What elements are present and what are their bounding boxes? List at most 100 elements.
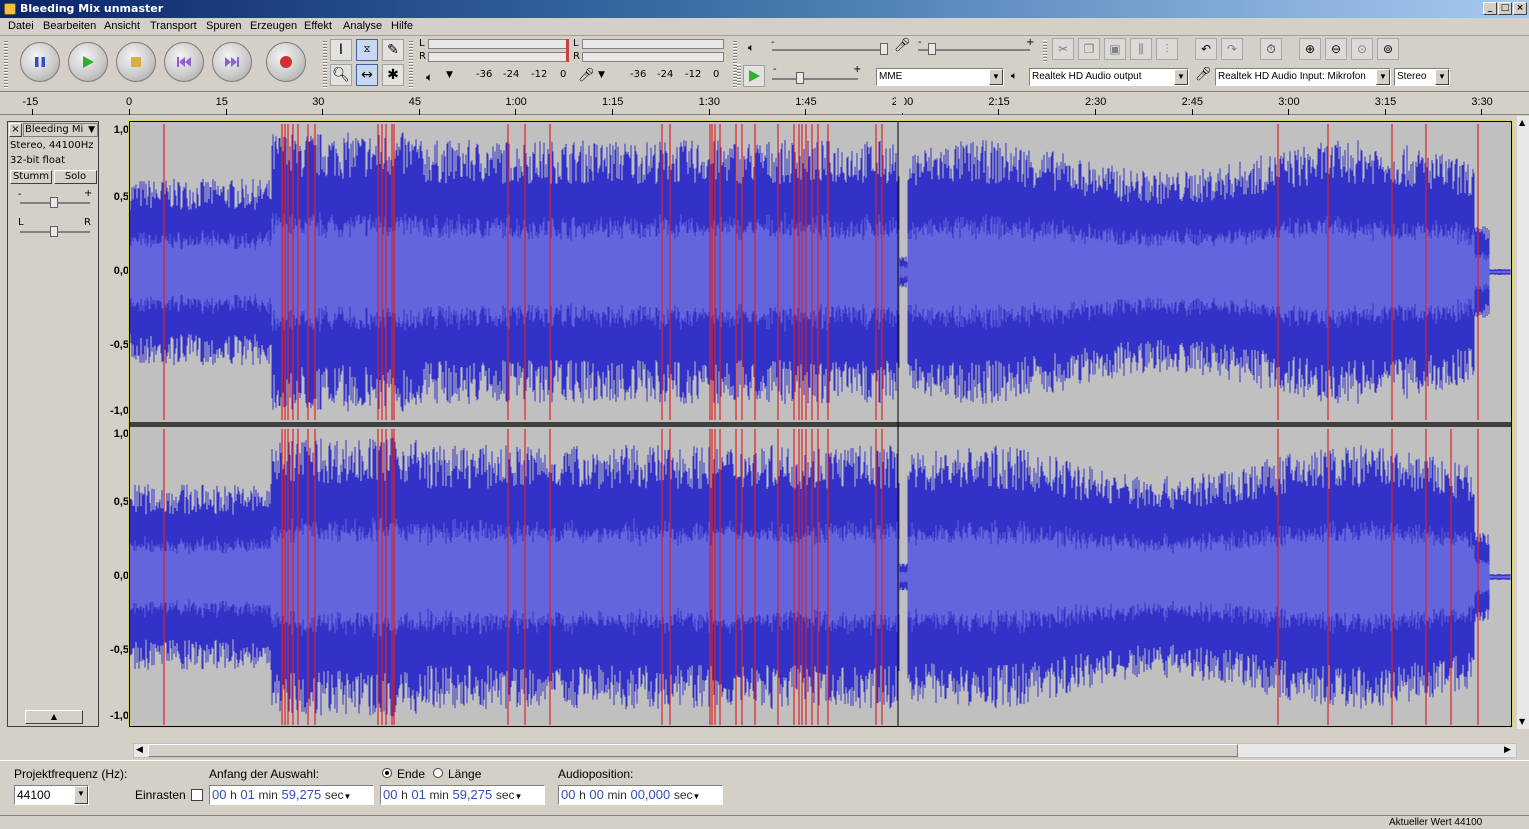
selection-start-time[interactable]: 00 h 01 min 59,275 sec▼ <box>209 785 374 805</box>
chevron-down-icon[interactable]: ▼ <box>598 70 605 80</box>
zoom-in-button[interactable]: ⊕ <box>1299 38 1321 60</box>
silence-button[interactable]: ⫶ <box>1156 38 1178 60</box>
menu-hilfe[interactable]: Hilfe <box>391 20 413 32</box>
record-icon <box>280 56 292 68</box>
ruler-tick-mark <box>1481 109 1483 115</box>
rec-meter-right[interactable] <box>582 52 724 62</box>
trim-button[interactable]: ⫼ <box>1130 38 1152 60</box>
minimize-button[interactable]: _ <box>1483 2 1497 15</box>
project-rate-select[interactable]: 44100 ▼ <box>14 785 89 805</box>
redo-button[interactable]: ↷ <box>1221 38 1243 60</box>
play-button[interactable] <box>68 42 108 82</box>
chevron-down-icon[interactable]: ▼ <box>1435 69 1449 85</box>
play-meter-right[interactable] <box>428 52 568 62</box>
chevron-down-icon[interactable]: ▼ <box>989 69 1003 85</box>
fit-selection-button[interactable]: ⊙ <box>1351 38 1373 60</box>
toolbar-grip[interactable] <box>737 64 741 86</box>
paste-button[interactable]: ▣ <box>1104 38 1126 60</box>
horizontal-scrollbar[interactable]: ◀ ▶ <box>133 743 1517 758</box>
stop-button[interactable] <box>116 42 156 82</box>
zoom-out-button[interactable]: ⊖ <box>1325 38 1347 60</box>
slider-thumb[interactable] <box>796 72 804 84</box>
track-name-menu[interactable]: Bleeding Mi ▼ <box>23 123 98 137</box>
menu-erzeugen[interactable]: Erzeugen <box>250 20 297 32</box>
chevron-down-icon[interactable]: ▼ <box>515 792 523 801</box>
menu-effekt[interactable]: Effekt <box>304 20 332 32</box>
waveform-display[interactable] <box>128 120 1513 728</box>
scroll-left-icon[interactable]: ◀ <box>136 745 143 755</box>
chevron-down-icon[interactable]: ▼ <box>1174 69 1188 85</box>
close-button[interactable]: × <box>1513 2 1527 15</box>
audio-position-time[interactable]: 00 h 00 min 00,000 sec▼ <box>558 785 723 805</box>
solo-button[interactable]: Solo <box>54 170 97 184</box>
vertical-scrollbar[interactable]: ▲ ▼ <box>1517 116 1529 729</box>
menu-ansicht[interactable]: Ansicht <box>104 20 140 32</box>
menu-transport[interactable]: Transport <box>150 20 197 32</box>
selection-end-time[interactable]: 00 h 01 min 59,275 sec▼ <box>380 785 545 805</box>
ruler-tick-label: 15 <box>215 96 228 108</box>
playhead-marker[interactable] <box>896 97 904 113</box>
chevron-down-icon[interactable]: ▼ <box>446 70 453 80</box>
menu-bearbeiten[interactable]: Bearbeiten <box>43 20 96 32</box>
chevron-down-icon[interactable]: ▼ <box>74 786 88 804</box>
channels-select[interactable]: Stereo ▼ <box>1394 68 1450 86</box>
toolbar-grip[interactable] <box>409 40 413 88</box>
fit-project-button[interactable]: ⊚ <box>1377 38 1399 60</box>
microphone-icon[interactable]: 🎤︎ <box>578 68 595 83</box>
pause-button[interactable] <box>20 42 60 82</box>
speaker-icon[interactable]: 🔈︎ <box>426 70 433 85</box>
output-device-select[interactable]: Realtek HD Audio output ▼ <box>1029 68 1189 86</box>
sync-lock-button[interactable]: ⏱ <box>1260 38 1282 60</box>
multi-tool[interactable]: ✱ <box>382 64 404 86</box>
meter-scale-tick: 0 <box>713 69 720 80</box>
scroll-right-icon[interactable]: ▶ <box>1504 745 1511 755</box>
toolbar-grip[interactable] <box>323 40 327 88</box>
scroll-up-icon[interactable]: ▲ <box>1519 118 1525 127</box>
menu-spuren[interactable]: Spuren <box>206 20 241 32</box>
track-close-button[interactable]: × <box>9 123 22 137</box>
restore-button[interactable]: □ <box>1498 2 1512 15</box>
draw-tool[interactable]: ✎ <box>382 39 404 61</box>
chevron-down-icon[interactable]: ▼ <box>344 792 352 801</box>
snap-checkbox[interactable] <box>191 789 203 801</box>
copy-button[interactable]: ❐ <box>1078 38 1100 60</box>
mute-button[interactable]: Stumm <box>10 170 52 184</box>
chevron-down-icon[interactable]: ▼ <box>693 792 701 801</box>
end-radio[interactable] <box>382 768 392 778</box>
slider-thumb[interactable] <box>50 226 58 237</box>
zoom-in-icon: ⊕ <box>1304 42 1316 56</box>
length-radio[interactable] <box>433 768 443 778</box>
play-at-speed-button[interactable] <box>743 65 765 87</box>
host-select[interactable]: MME ▼ <box>876 68 1004 86</box>
slider-thumb[interactable] <box>50 197 58 208</box>
input-device-select[interactable]: Realtek HD Audio Input: Mikrofon ▼ <box>1215 68 1391 86</box>
scroll-down-icon[interactable]: ▼ <box>1519 717 1525 726</box>
cut-button[interactable]: ✂ <box>1052 38 1074 60</box>
zoom-tool[interactable]: 🔍︎ <box>330 64 352 86</box>
rec-meter-left[interactable] <box>582 39 724 49</box>
speed-slider[interactable] <box>772 78 858 80</box>
collapse-track-button[interactable]: ▲ <box>25 710 83 724</box>
selection-tool[interactable]: I <box>330 39 352 61</box>
ruler-tick-label: 2:30 <box>1085 96 1107 108</box>
scroll-thumb[interactable] <box>148 744 1238 757</box>
output-volume-slider[interactable] <box>772 49 884 51</box>
menu-datei[interactable]: Datei <box>8 20 34 32</box>
slider-thumb[interactable] <box>880 43 888 55</box>
skip-end-button[interactable] <box>212 42 252 82</box>
toolbar-grip[interactable] <box>4 40 8 88</box>
slider-thumb[interactable] <box>928 43 936 55</box>
chevron-down-icon[interactable]: ▼ <box>1376 69 1390 85</box>
timeline-ruler[interactable]: -1501530451:001:151:301:452:002:152:302:… <box>0 93 1529 115</box>
undo-button[interactable]: ↶ <box>1195 38 1217 60</box>
toolbar-grip[interactable] <box>1043 40 1047 62</box>
play-meter-left[interactable] <box>428 39 568 49</box>
y-tick: 0,5 <box>113 496 129 508</box>
waveform-canvas[interactable] <box>129 122 1511 726</box>
record-button[interactable] <box>266 42 306 82</box>
timeshift-tool[interactable]: ↔ <box>356 64 378 86</box>
skip-start-button[interactable] <box>164 42 204 82</box>
menu-analyse[interactable]: Analyse <box>343 20 382 32</box>
ruler-tick-label: 2:45 <box>1181 96 1204 108</box>
envelope-tool[interactable]: ⧖ <box>356 39 378 61</box>
